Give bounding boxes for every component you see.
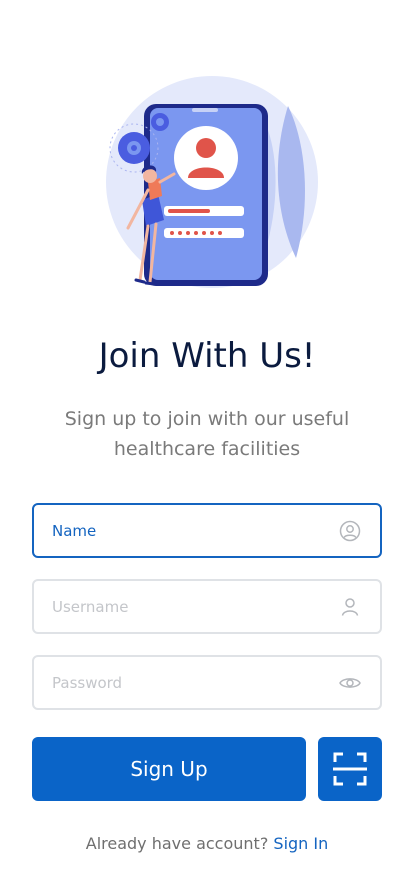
page-title: Join With Us!	[98, 336, 316, 376]
username-field[interactable]	[32, 579, 382, 634]
name-field[interactable]	[32, 503, 382, 558]
signin-link[interactable]: Sign In	[273, 834, 328, 853]
signup-illustration	[106, 76, 318, 288]
eye-icon[interactable]	[338, 671, 362, 695]
user-circle-icon	[339, 520, 361, 542]
scan-icon	[333, 752, 367, 786]
username-input[interactable]	[52, 581, 322, 632]
user-icon	[341, 598, 359, 616]
signin-prompt-text: Already have account?	[85, 834, 269, 853]
signup-button[interactable]: Sign Up	[32, 737, 306, 801]
page-subtitle: Sign up to join with our useful healthca…	[64, 408, 350, 460]
password-field[interactable]	[32, 655, 382, 710]
password-input[interactable]	[52, 657, 322, 708]
scan-button[interactable]	[318, 737, 382, 801]
signin-prompt: Already have account? Sign In	[0, 834, 414, 853]
name-input[interactable]	[52, 505, 322, 556]
